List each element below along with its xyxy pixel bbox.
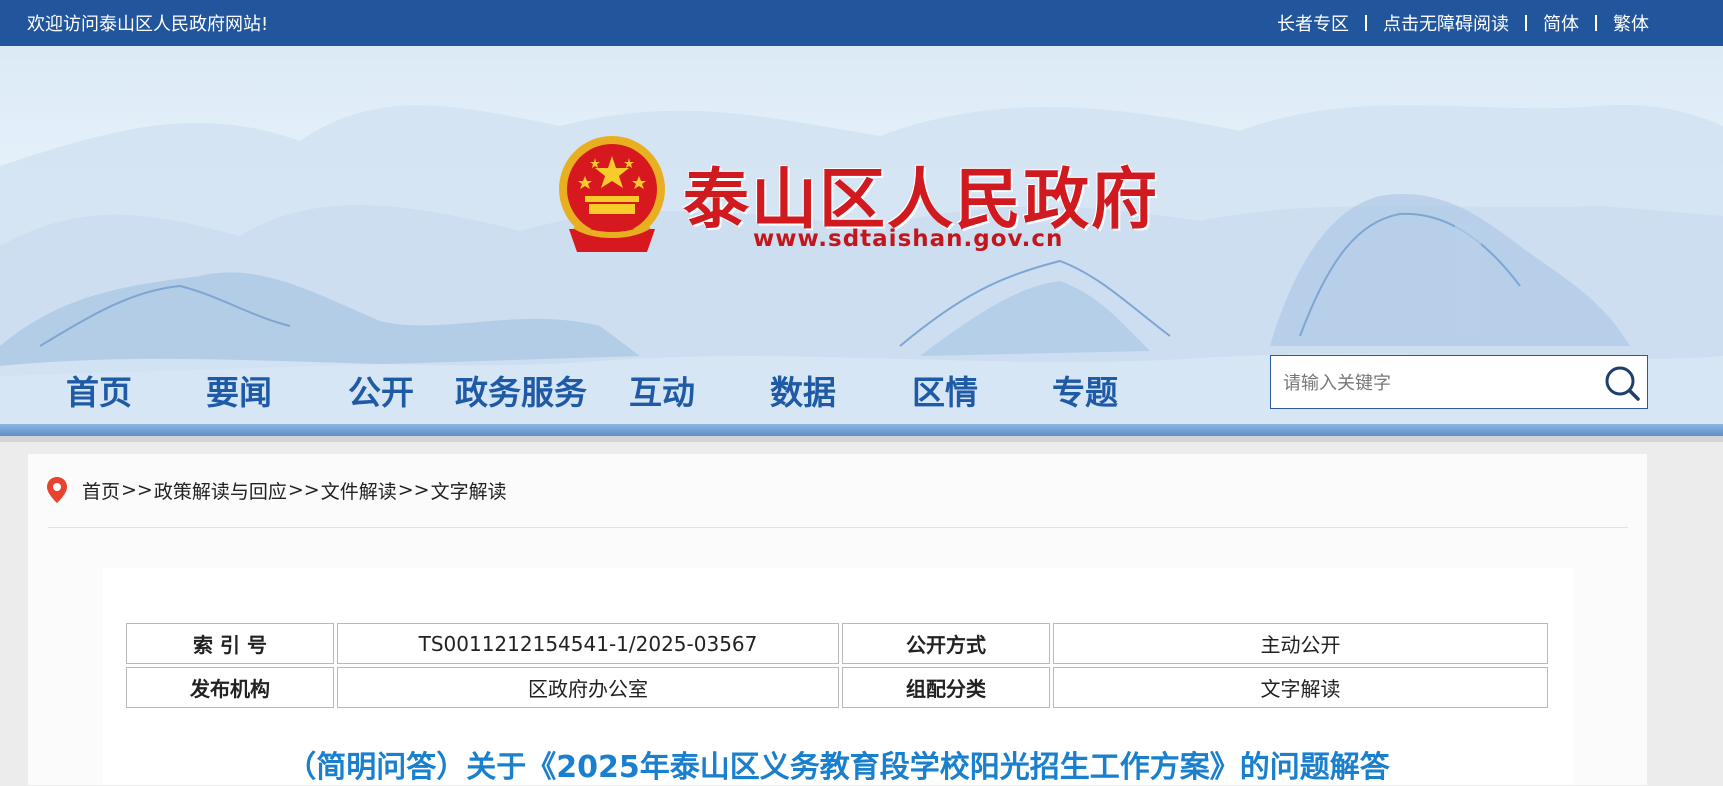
nav-divider-bar [0, 424, 1723, 436]
content-panel: 首页 >> 政策解读与回应 >> 文件解读 >> 文字解读 索 引 号 TS00… [28, 454, 1647, 785]
search-input[interactable] [1283, 369, 1583, 397]
disclosure-method-value: 主动公开 [1053, 623, 1548, 664]
breadcrumb: 首页 >> 政策解读与回应 >> 文件解读 >> 文字解读 [46, 476, 507, 504]
search-icon[interactable] [1603, 364, 1641, 402]
article-container: 索 引 号 TS0011212154541-1/2025-03567 公开方式 … [103, 568, 1573, 785]
breadcrumb-separator: >> [121, 479, 153, 501]
nav-item-topics[interactable]: 专题 [1052, 366, 1118, 414]
divider [48, 527, 1628, 528]
nav-item-data[interactable]: 数据 [770, 366, 836, 414]
top-links: 长者专区 点击无障碍阅读 简体 繁体 [1277, 10, 1649, 36]
location-pin-icon [47, 477, 67, 503]
traditional-chinese-link[interactable]: 繁体 [1613, 10, 1649, 36]
publisher-label: 发布机构 [126, 667, 334, 708]
search-box [1270, 355, 1648, 409]
table-row: 索 引 号 TS0011212154541-1/2025-03567 公开方式 … [126, 623, 1548, 664]
nav-item-district-info[interactable]: 区情 [912, 366, 978, 414]
breadcrumb-separator: >> [287, 479, 320, 501]
nav-item-home[interactable]: 首页 [66, 366, 132, 414]
category-value: 文字解读 [1053, 667, 1548, 708]
divider [0, 436, 1723, 442]
nav-item-interaction[interactable]: 互动 [629, 366, 695, 414]
breadcrumb-home[interactable]: 首页 [82, 477, 120, 504]
divider [1525, 15, 1527, 31]
index-number-value: TS0011212154541-1/2025-03567 [337, 623, 839, 664]
top-bar: 欢迎访问泰山区人民政府网站! 长者专区 点击无障碍阅读 简体 繁体 [0, 0, 1723, 46]
divider [1365, 15, 1367, 31]
simplified-chinese-link[interactable]: 简体 [1543, 10, 1579, 36]
nav-item-news[interactable]: 要闻 [206, 366, 272, 414]
national-emblem-icon [559, 136, 665, 252]
document-meta-table: 索 引 号 TS0011212154541-1/2025-03567 公开方式 … [123, 620, 1551, 711]
article-title: （简明问答）关于《2025年泰山区义务教育段学校阳光招生工作方案》的问题解答 [286, 750, 1390, 785]
site-url: www.sdtaishan.gov.cn [753, 226, 1064, 252]
category-label: 组配分类 [842, 667, 1050, 708]
breadcrumb-text-interpretation[interactable]: 文字解读 [431, 477, 507, 504]
index-number-label: 索 引 号 [126, 623, 334, 664]
nav-item-government-services[interactable]: 政务服务 [455, 366, 587, 414]
divider [1595, 15, 1597, 31]
publisher-value: 区政府办公室 [337, 667, 839, 708]
table-row: 发布机构 区政府办公室 组配分类 文字解读 [126, 667, 1548, 708]
disclosure-method-label: 公开方式 [842, 623, 1050, 664]
breadcrumb-policy-interpretation[interactable]: 政策解读与回应 [154, 477, 287, 504]
elderly-zone-link[interactable]: 长者专区 [1277, 10, 1349, 36]
nav-item-disclosure[interactable]: 公开 [348, 366, 414, 414]
breadcrumb-document-interpretation[interactable]: 文件解读 [321, 477, 397, 504]
welcome-text: 欢迎访问泰山区人民政府网站! [27, 14, 269, 35]
accessibility-link[interactable]: 点击无障碍阅读 [1383, 10, 1509, 36]
site-brand[interactable]: 泰山区人民政府 www.sdtaishan.gov.cn [555, 134, 1157, 264]
breadcrumb-separator: >> [397, 479, 430, 501]
